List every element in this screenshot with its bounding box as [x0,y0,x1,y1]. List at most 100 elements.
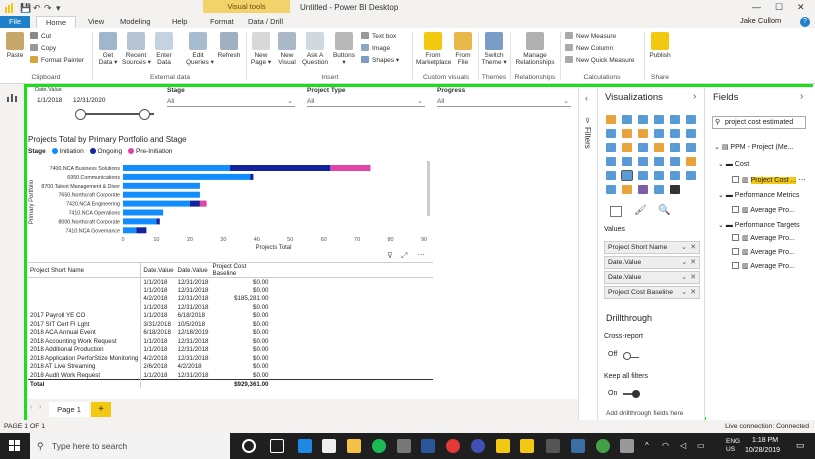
project-table[interactable]: Project Short Name Date.Value Date.Value… [28,262,433,388]
file-explorer-icon[interactable] [347,439,361,453]
legend-ongoing[interactable]: Ongoing [98,148,123,155]
signed-in-user[interactable]: Jake Cullom [740,16,781,25]
custom-visual-icon[interactable] [638,185,648,194]
next-page-icon[interactable]: › [39,404,41,411]
recent-sources-button[interactable]: Recent Sources ▾ [122,32,151,66]
table-visual-icon[interactable] [621,170,633,181]
stage-dropdown[interactable]: All ⌄ [167,97,295,107]
field-average-pro[interactable]: ▥ Average Pro... [732,206,795,214]
table-row[interactable]: 4/2/2018 12/31/2018 $185,281.00 [28,294,433,303]
copy-button[interactable]: Copy [30,44,56,53]
donut-chart-icon[interactable] [654,143,664,152]
powerbi-taskbar-icon[interactable] [496,439,510,453]
enter-data-button[interactable]: Enter Data [153,32,175,66]
table-row[interactable]: 2018 ACA Annual Event 6/18/2018 12/18/2019… [28,328,433,337]
edge-icon[interactable] [298,439,312,453]
image-button[interactable]: Image [361,44,390,53]
legend-pre-initiation[interactable]: Pre-Initiation [136,148,173,155]
tab-view[interactable]: View [88,16,104,28]
filters-pane-collapsed[interactable]: ‹ ⊽ Filters [578,87,598,420]
column-header[interactable]: Date.Value [175,263,211,278]
table-row[interactable]: 1/1/2018 12/31/2018 $0.00 [28,277,433,286]
waterfall-chart-icon[interactable] [606,143,616,152]
clustered-column-chart-icon[interactable] [654,115,664,124]
task-view-icon[interactable] [270,439,284,453]
tab-help[interactable]: Help [172,16,187,28]
100-bar-chart-icon[interactable] [670,115,680,124]
scatter-chart-icon[interactable] [622,143,632,152]
chevron-right-icon[interactable]: › [693,91,696,102]
date-slider-end-handle[interactable] [139,109,150,120]
volume-icon[interactable]: ◁ [680,441,686,450]
field-average-pro[interactable]: ▥ Average Pro... [732,248,795,256]
folder-performance-metrics[interactable]: ⌄ ▬ Performance Metrics [718,191,799,199]
stacked-area-chart-icon[interactable] [638,129,648,138]
field-average-pro[interactable]: ▥ Average Pro... [732,262,795,270]
report-view-icon[interactable] [7,93,17,104]
app-icon[interactable] [596,439,610,453]
bar-initiation[interactable] [123,209,164,216]
new-visual-button[interactable]: New Visual [275,32,299,66]
key-influencers-icon[interactable] [686,171,696,180]
clock-time[interactable]: 1:18 PM [752,437,778,444]
customize-qat-icon[interactable]: ▾ [56,3,61,14]
gauge-icon[interactable] [638,157,648,166]
new-page-button[interactable]: New Page ▾ [250,32,272,66]
100-column-chart-icon[interactable] [686,115,696,124]
ask-question-button[interactable]: Ask A Question [302,32,328,66]
new-measure-button[interactable]: New Measure [565,32,616,41]
chevron-up-icon[interactable]: ^ [645,441,649,450]
table-row[interactable]: 2017 SIT Cert FI Lght 3/31/2018 10/5/2018 $… [28,320,433,329]
table-row[interactable]: 2018 Additional Production 1/1/2018 12/31/… [28,345,433,354]
from-file-button[interactable]: From File [452,32,474,66]
wifi-icon[interactable]: ◠ [662,441,669,450]
field-checkbox[interactable] [732,248,739,255]
powerbi-taskbar-icon[interactable] [520,439,534,453]
bar-ongoing[interactable] [189,200,200,207]
bar-chart[interactable]: 7400.NCA Business Solutions 6950.Communic… [27,157,437,257]
field-checkbox[interactable] [732,176,739,183]
chevron-down-icon[interactable]: ⌄ [681,257,687,269]
from-marketplace-button[interactable]: From Marketplace [416,32,451,66]
minimize-button[interactable]: — [752,2,761,12]
publish-button[interactable]: Publish [648,32,672,59]
manage-relationships-button[interactable]: Manage Relationships [513,32,557,66]
value-well-item[interactable]: Project Short Name ⌄ ✕ [604,241,700,254]
decomposition-tree-icon[interactable] [606,185,616,194]
python-visual-icon[interactable] [670,171,680,180]
value-well-item[interactable]: Date.Value ⌄ ✕ [604,256,700,269]
date-slicer-from[interactable]: 1/1/2018 [37,97,62,104]
progress-dropdown[interactable]: All ⌄ [437,97,571,107]
kpi-icon[interactable] [686,157,696,166]
remove-icon[interactable]: ✕ [690,272,696,284]
matrix-icon[interactable] [638,171,648,180]
maximize-button[interactable]: ☐ [775,2,783,13]
tab-data-drill[interactable]: Data / Drill [248,16,283,28]
remove-icon[interactable]: ✕ [690,242,696,254]
notifications-icon[interactable]: ▭ [796,440,805,451]
date-slider-start-handle[interactable] [75,109,86,120]
chevron-left-icon[interactable]: ‹ [585,93,588,103]
tab-home[interactable]: Home [36,16,76,28]
clustered-bar-chart-icon[interactable] [638,115,648,124]
help-icon[interactable]: ? [800,17,810,27]
column-header[interactable]: Date.Value [140,263,176,278]
qa-icon[interactable] [622,185,632,194]
app-icon[interactable] [397,439,411,453]
ribbon-chart-icon[interactable] [686,129,696,138]
redo-icon[interactable]: ↷ [44,3,52,14]
remove-icon[interactable]: ✕ [690,287,696,299]
bar-pre-initiation[interactable] [330,165,371,171]
format-painter-button[interactable]: Format Painter [30,56,84,65]
analytics-magnifier-icon[interactable]: 🔍 [658,205,670,216]
app-icon[interactable] [546,439,560,453]
cortana-icon[interactable] [242,439,256,453]
paste-button[interactable]: Paste [3,32,27,59]
more-visuals-icon[interactable] [670,185,680,194]
report-canvas[interactable]: Date.Value 1/1/2018 12/31/2020 Stage All… [27,87,578,399]
format-paint-roller-icon[interactable]: 🖌 [634,205,647,216]
text-box-button[interactable]: Text box [361,32,396,41]
fields-search-input[interactable]: ⚲ project cost estimated [712,116,806,129]
windows-start-icon[interactable] [9,440,21,452]
line-chart-icon[interactable] [606,129,616,138]
